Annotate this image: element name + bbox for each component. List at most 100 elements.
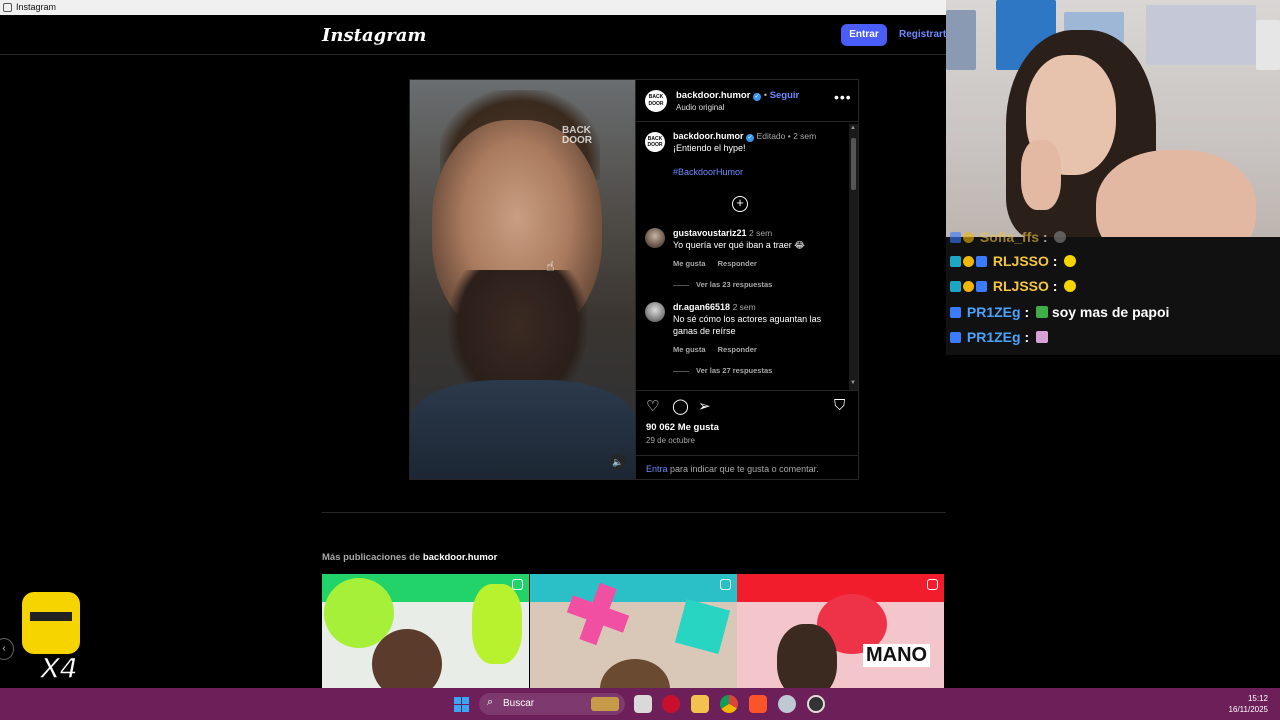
follow-button[interactable]: Seguir — [770, 90, 800, 101]
comment-reply-button[interactable]: Responder — [718, 345, 757, 354]
section-divider — [322, 512, 946, 513]
obs-icon[interactable] — [807, 695, 825, 713]
scroll-thumb[interactable] — [851, 138, 856, 190]
comment-username-text[interactable]: gustavoustariz21 — [673, 228, 747, 238]
chat-username[interactable]: RLJSSO — [993, 253, 1049, 269]
verified-badge-icon: ✓ — [753, 93, 762, 101]
author-username-text[interactable]: backdoor.humor — [676, 90, 750, 101]
more-posts-username[interactable]: backdoor.humor — [423, 552, 497, 563]
instagram-logo[interactable]: Instagram — [322, 25, 426, 46]
scroll-up-arrow-icon[interactable]: ▲ — [850, 125, 856, 131]
webcam-person-shoulder — [1096, 150, 1256, 237]
reel-icon — [927, 579, 938, 590]
emote-icon — [1036, 331, 1049, 343]
reel-icon — [512, 579, 523, 590]
post-card: BACK DOOR ☝ 🔈 BACK DOOR backdoor.humor ✓… — [409, 79, 859, 480]
caption-hashtag[interactable]: #BackdoorHumor — [673, 167, 743, 177]
caption-username-text[interactable]: backdoor.humor — [673, 131, 744, 141]
likes-count[interactable]: 90 062 Me gusta — [646, 422, 719, 433]
chat-message: RLJSSO : — [950, 253, 1077, 269]
app-icon[interactable] — [778, 695, 796, 713]
comment-avatar[interactable] — [645, 228, 665, 248]
clock-date: 16/11/2025 — [1228, 705, 1268, 714]
badge-icon — [963, 281, 974, 292]
emote-overlay-icon — [22, 592, 80, 654]
save-bookmark-icon[interactable]: ⛉ — [834, 397, 845, 414]
comment-time: 2 sem — [732, 302, 756, 312]
comment-username[interactable]: gustavoustariz21 2 sem — [673, 228, 772, 238]
post-thumbnail[interactable]: MANO — [737, 574, 944, 688]
load-more-comments-icon[interactable]: + — [732, 196, 748, 212]
comment-text: No sé cómo los actores aguantan las gana… — [673, 314, 822, 336]
opera-icon[interactable] — [662, 695, 680, 713]
chat-message: PR1ZEg : — [950, 329, 1049, 345]
comment-text: Yo quería ver qué iban a traer 😂 — [673, 240, 805, 250]
windows-start-icon[interactable] — [454, 697, 469, 712]
audio-label[interactable]: Audio original — [676, 103, 724, 112]
login-prompt-text: para indicar que te gusta o comentar. — [670, 464, 819, 474]
task-view-icon[interactable] — [634, 695, 652, 713]
caption-username[interactable]: backdoor.humor ✓ Editado • 2 sem — [673, 131, 816, 142]
chrome-icon[interactable] — [720, 695, 738, 713]
caption-meta: Editado • 2 sem — [756, 131, 817, 141]
chat-message: RLJSSO : — [950, 278, 1077, 294]
comment-like-button[interactable]: Me gusta — [673, 259, 706, 268]
chat-username[interactable]: PR1ZEg — [967, 329, 1021, 345]
comments-list: BACK DOOR backdoor.humor ✓ Editado • 2 s… — [636, 122, 849, 390]
hand-cursor-icon: ☝ — [546, 258, 555, 274]
author-avatar[interactable]: BACK DOOR — [645, 90, 667, 112]
comment-reply-button[interactable]: Responder — [718, 259, 757, 268]
scroll-down-arrow-icon[interactable]: ▼ — [850, 380, 856, 386]
more-posts-heading: Más publicaciones de backdoor.humor — [322, 552, 497, 563]
more-options-icon[interactable]: ••• — [834, 89, 852, 105]
chat-username[interactable]: RLJSSO — [993, 278, 1049, 294]
comments-scrollbar[interactable]: ▲ ▼ — [849, 124, 858, 390]
search-icon: ⌕ — [487, 696, 494, 708]
like-heart-icon[interactable]: ♡ — [646, 397, 659, 415]
comment-icon[interactable]: ◯ — [672, 397, 689, 415]
taskbar-search[interactable]: ⌕ Buscar — [479, 693, 625, 715]
post-thumbnail[interactable] — [530, 574, 737, 688]
chat-username[interactable]: PR1ZEg — [967, 304, 1021, 320]
emote-icon — [1054, 231, 1067, 243]
post-video[interactable]: BACK DOOR ☝ 🔈 — [410, 80, 635, 479]
chat-username[interactable]: Sofia_ffs — [980, 229, 1039, 245]
login-prompt: Entra para indicar que te gusta o coment… — [636, 455, 859, 482]
chat-message: Sofia_ffs : — [950, 229, 1067, 245]
system-clock[interactable]: 15:12 16/11/2025 — [1200, 693, 1268, 715]
emote-icon — [1064, 255, 1077, 267]
badge-icon — [950, 232, 961, 243]
comment-actions: Me gusta Responder — [673, 345, 767, 354]
login-button[interactable]: Entrar — [841, 24, 887, 46]
emote-icon — [1064, 280, 1077, 292]
thumbnail-text: MANO — [863, 644, 931, 667]
share-send-icon[interactable]: ➢ — [698, 397, 711, 415]
chat-text: soy mas de papoi — [1051, 304, 1170, 320]
watermark-line-2: DOOR — [562, 135, 592, 146]
webcam-person-hand — [1021, 140, 1061, 210]
volume-icon[interactable]: 🔈 — [610, 454, 626, 470]
search-placeholder: Buscar — [503, 698, 535, 709]
post-header: BACK DOOR backdoor.humor ✓ • Seguir Audi… — [636, 80, 859, 122]
badge-icon — [950, 256, 961, 267]
view-replies-button[interactable]: Ver las 23 respuestas — [673, 280, 772, 289]
comment-avatar[interactable] — [645, 302, 665, 322]
comment-like-button[interactable]: Me gusta — [673, 345, 706, 354]
comment-username-text[interactable]: dr.agan66518 — [673, 302, 730, 312]
more-posts-prefix: Más publicaciones de — [322, 552, 421, 563]
brave-icon[interactable] — [749, 695, 767, 713]
file-explorer-icon[interactable] — [691, 695, 709, 713]
comment-username[interactable]: dr.agan66518 2 sem — [673, 302, 756, 312]
scroll-left-icon[interactable]: ‹ — [0, 638, 14, 660]
post-thumbnail[interactable] — [322, 574, 529, 688]
badge-icon — [950, 281, 961, 292]
author-username[interactable]: backdoor.humor ✓ • Seguir — [676, 90, 799, 101]
chat-message: PR1ZEg : soy mas de papoi — [950, 304, 1169, 320]
instagram-header: Instagram Entrar Registrarte — [0, 15, 952, 55]
post-actions: ♡ ◯ ➢ ⛉ 90 062 Me gusta 29 de octubre En… — [636, 390, 859, 479]
view-replies-button[interactable]: Ver las 27 respuestas — [673, 366, 772, 375]
signup-link[interactable]: Registrarte — [899, 24, 952, 46]
login-link[interactable]: Entra — [646, 464, 668, 474]
caption-avatar[interactable]: BACK DOOR — [645, 132, 665, 152]
window-titlebar: Instagram — [0, 0, 946, 15]
